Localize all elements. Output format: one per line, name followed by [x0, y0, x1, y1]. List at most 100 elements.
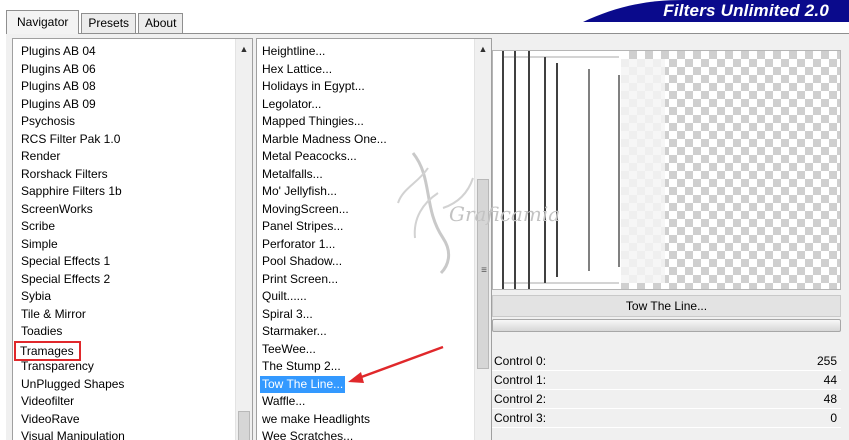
filter-item[interactable]: MovingScreen... [257, 201, 474, 219]
filter-item[interactable]: we make Headlights [257, 411, 474, 429]
category-item[interactable]: Videofilter [13, 393, 235, 411]
control-row[interactable]: Control 3: 0 [492, 409, 841, 428]
category-item[interactable]: Tramages [13, 340, 235, 361]
category-item[interactable]: Plugins AB 08 [13, 78, 235, 96]
category-item[interactable]: Sybia [13, 288, 235, 306]
filter-item[interactable]: Print Screen... [257, 271, 474, 289]
filter-item-label: MovingScreen... [262, 201, 349, 216]
category-item-label: Plugins AB 09 [21, 96, 96, 111]
preview-image [493, 51, 665, 289]
control-values: Control 0: 255 Control 1: 44 Control 2: … [492, 352, 841, 428]
filter-item[interactable]: Holidays in Egypt... [257, 78, 474, 96]
control-label: Control 1: [494, 373, 547, 387]
filter-item[interactable]: Waffle... [257, 393, 474, 411]
filter-item-label: Pool Shadow... [262, 254, 343, 268]
filter-item-label: Marble Madness One... [262, 131, 387, 146]
category-item[interactable]: UnPlugged Shapes [13, 376, 235, 394]
category-item-label: Special Effects 1 [21, 254, 111, 268]
control-row[interactable]: Control 1: 44 [492, 371, 841, 390]
filter-item[interactable]: Heightline... [257, 43, 474, 61]
category-item-label: Videofilter [21, 394, 75, 408]
filter-item[interactable]: Metal Peacocks... [257, 148, 474, 166]
filter-item[interactable]: Marble Madness One... [257, 131, 474, 149]
filter-list[interactable]: Heightline... Hex Lattice... Holidays in E… [256, 38, 492, 440]
category-item[interactable]: Plugins AB 06 [13, 61, 235, 79]
filter-item[interactable]: The Stump 2... [257, 358, 474, 376]
filter-item[interactable]: Mapped Thingies... [257, 113, 474, 131]
arrow-up-icon[interactable]: ▲ [475, 41, 491, 57]
category-item-label: ScreenWorks [21, 201, 93, 216]
category-item[interactable]: Special Effects 2 [13, 271, 235, 289]
category-scrollbar[interactable]: ▲ [235, 39, 252, 440]
filter-item[interactable]: Quilt...... [257, 288, 474, 306]
filter-item-label: Print Screen... [262, 271, 339, 286]
filter-item-label: Metalfalls... [262, 166, 323, 181]
category-item[interactable]: Transparency [13, 358, 235, 376]
control-label: Control 2: [494, 392, 547, 406]
filter-item[interactable]: Tow The Line... [257, 375, 474, 393]
filter-item-label: Starmaker... [262, 324, 327, 338]
category-item-label: Scribe [21, 219, 56, 233]
category-item[interactable]: RCS Filter Pak 1.0 [13, 131, 235, 149]
control-row[interactable]: Control 2: 48 [492, 390, 841, 409]
category-item[interactable]: Plugins AB 04 [13, 43, 235, 61]
category-item[interactable]: Render [13, 148, 235, 166]
app-title: Filters Unlimited 2.0 [663, 1, 829, 20]
filter-item[interactable]: Mo' Jellyfish... [257, 183, 474, 201]
filter-item[interactable]: Panel Stripes... [257, 218, 474, 236]
brand-banner: Filters Unlimited 2.0 [583, 0, 849, 22]
filter-item[interactable]: Perforator 1... [257, 236, 474, 254]
filter-item[interactable]: Wee Scratches... [257, 428, 474, 440]
category-item-label: RCS Filter Pak 1.0 [21, 131, 121, 146]
category-item[interactable]: Special Effects 1 [13, 253, 235, 271]
filter-item-label: TeeWee... [262, 341, 316, 356]
preview-canvas [492, 50, 841, 290]
category-item-label: Simple [21, 236, 58, 251]
scroll-thumb[interactable]: ≡ [477, 179, 489, 369]
filter-item-label: Legolator... [262, 96, 322, 111]
tab-presets[interactable]: Presets [81, 13, 137, 33]
category-item[interactable]: ScreenWorks [13, 201, 235, 219]
category-item-label: Plugins AB 04 [21, 44, 96, 58]
control-value: 0 [830, 411, 837, 425]
control-row[interactable]: Control 0: 255 [492, 352, 841, 371]
category-item[interactable]: VideoRave [13, 411, 235, 429]
arrow-up-icon[interactable]: ▲ [236, 41, 252, 57]
category-item[interactable]: Tile & Mirror [13, 306, 235, 324]
filter-item[interactable]: Starmaker... [257, 323, 474, 341]
category-item[interactable]: Toadies [13, 323, 235, 341]
category-item[interactable]: Rorshack Filters [13, 166, 235, 184]
category-item[interactable]: Visual Manipulation [13, 428, 235, 440]
filter-item-label: Mo' Jellyfish... [262, 184, 337, 198]
category-item-label: Tile & Mirror [21, 306, 86, 321]
tab-about[interactable]: About [138, 13, 184, 33]
category-item-label: VideoRave [21, 411, 80, 426]
category-item-label: Render [21, 149, 61, 163]
tab-navigator[interactable]: Navigator [6, 10, 80, 34]
selected-filter-label: Tow The Line... [492, 295, 841, 317]
category-item[interactable]: Psychosis [13, 113, 235, 131]
category-item-label: Transparency [21, 359, 94, 373]
category-list[interactable]: Plugins AB 04 Plugins AB 06 Plugins AB 08 P… [12, 38, 253, 440]
progress-bar [492, 319, 841, 332]
control-value: 48 [823, 392, 837, 406]
filter-item-label: Spiral 3... [262, 306, 313, 321]
filter-item[interactable]: Spiral 3... [257, 306, 474, 324]
tab-strip: Navigator Presets About [6, 9, 185, 34]
filter-item[interactable]: Pool Shadow... [257, 253, 474, 271]
category-item[interactable]: Plugins AB 09 [13, 96, 235, 114]
category-item-label: UnPlugged Shapes [21, 376, 125, 391]
scroll-thumb[interactable] [238, 411, 250, 440]
filter-scrollbar[interactable]: ▲ ≡ [474, 39, 491, 440]
category-item-label: Special Effects 2 [21, 271, 111, 286]
category-item[interactable]: Sapphire Filters 1b [13, 183, 235, 201]
filter-item[interactable]: TeeWee... [257, 341, 474, 359]
filter-item[interactable]: Metalfalls... [257, 166, 474, 184]
category-items: Plugins AB 04 Plugins AB 06 Plugins AB 08 P… [13, 43, 235, 440]
filter-item[interactable]: Legolator... [257, 96, 474, 114]
category-item-label: Rorshack Filters [21, 166, 108, 181]
category-item[interactable]: Scribe [13, 218, 235, 236]
category-item[interactable]: Simple [13, 236, 235, 254]
filter-item-label: Mapped Thingies... [262, 114, 364, 128]
filter-item[interactable]: Hex Lattice... [257, 61, 474, 79]
